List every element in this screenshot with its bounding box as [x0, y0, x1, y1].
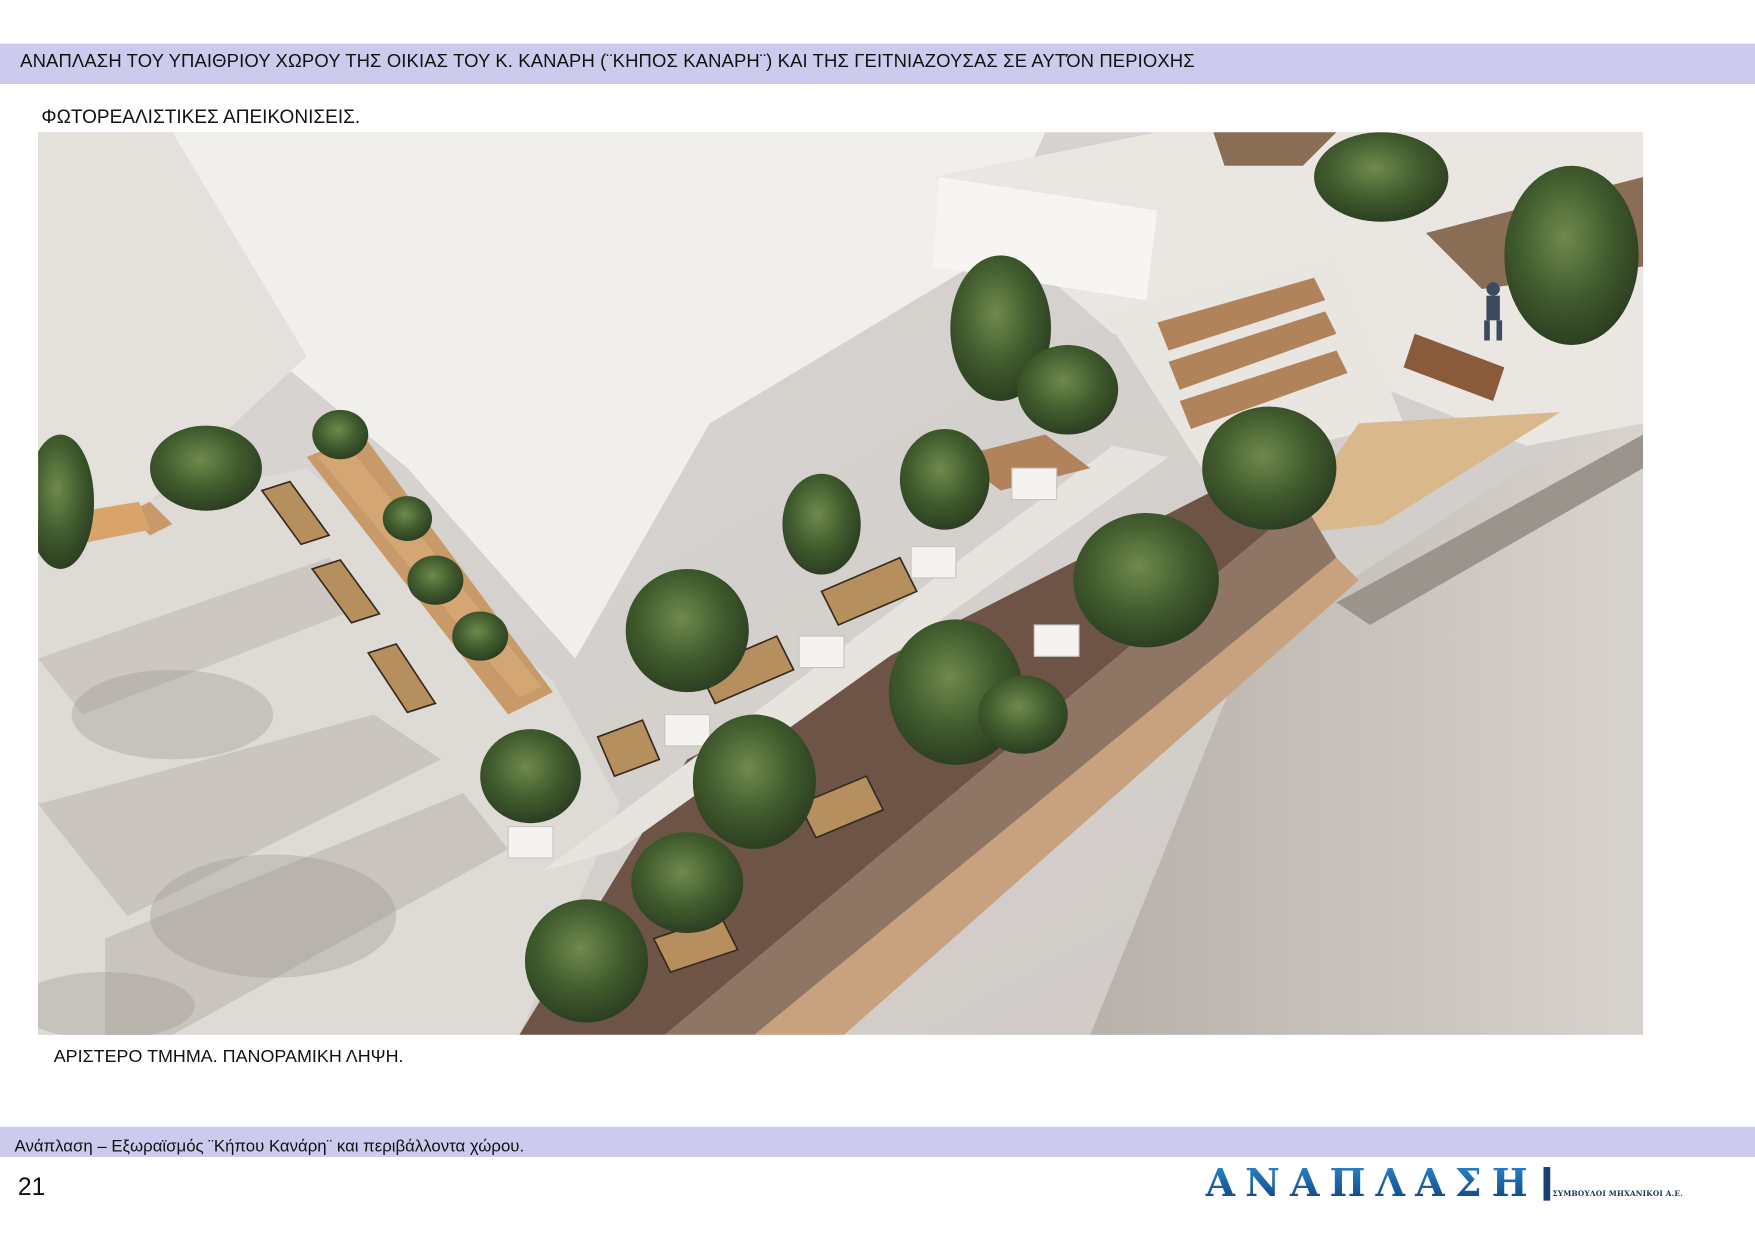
figure-caption: ΑΡΙΣΤΕΡΟ ΤΜΗΜΑ. ΠΑΝΟΡΑΜΙΚΗ ΛΗΨΗ.	[53, 1047, 404, 1067]
aerial-render-image	[38, 132, 1644, 1035]
section-title: ΦΩΤΟΡΕΑΛΙΣΤΙΚΕΣ ΑΠΕΙΚΟΝΙΣΕΙΣ.	[41, 106, 361, 128]
logo-subtitle: ΣΥΜΒΟΥΛΟΙ ΜΗΧΑΝΙΚΟΙ Α.Ε.	[1552, 1189, 1683, 1199]
footer-text: Ανάπλαση – Εξωραϊσμός ¨Κήπου Κανάρη¨ και…	[14, 1136, 525, 1156]
render-illustration	[38, 132, 1644, 1035]
header-title: ΑΝΑΠΛΑΣΗ ΤΟΥ ΥΠΑΙΘΡΙΟΥ ΧΩΡΟΥ ΤΗΣ ΟΙΚΙΑΣ …	[20, 51, 1195, 72]
page-number: 21	[17, 1172, 46, 1201]
document-page: ΑΝΑΠΛΑΣΗ ΤΟΥ ΥΠΑΙΘΡΙΟΥ ΧΩΡΟΥ ΤΗΣ ΟΙΚΙΑΣ …	[0, 0, 1755, 1241]
company-logo: ΑΝΑΠΛΑΣΗ ΣΥΜΒΟΥΛΟΙ ΜΗΧΑΝΙΚΟΙ Α.Ε.	[1205, 1163, 1720, 1206]
logo-bar	[1543, 1167, 1551, 1201]
logo-word: ΑΝΑΠΛΑΣΗ	[1205, 1161, 1538, 1207]
